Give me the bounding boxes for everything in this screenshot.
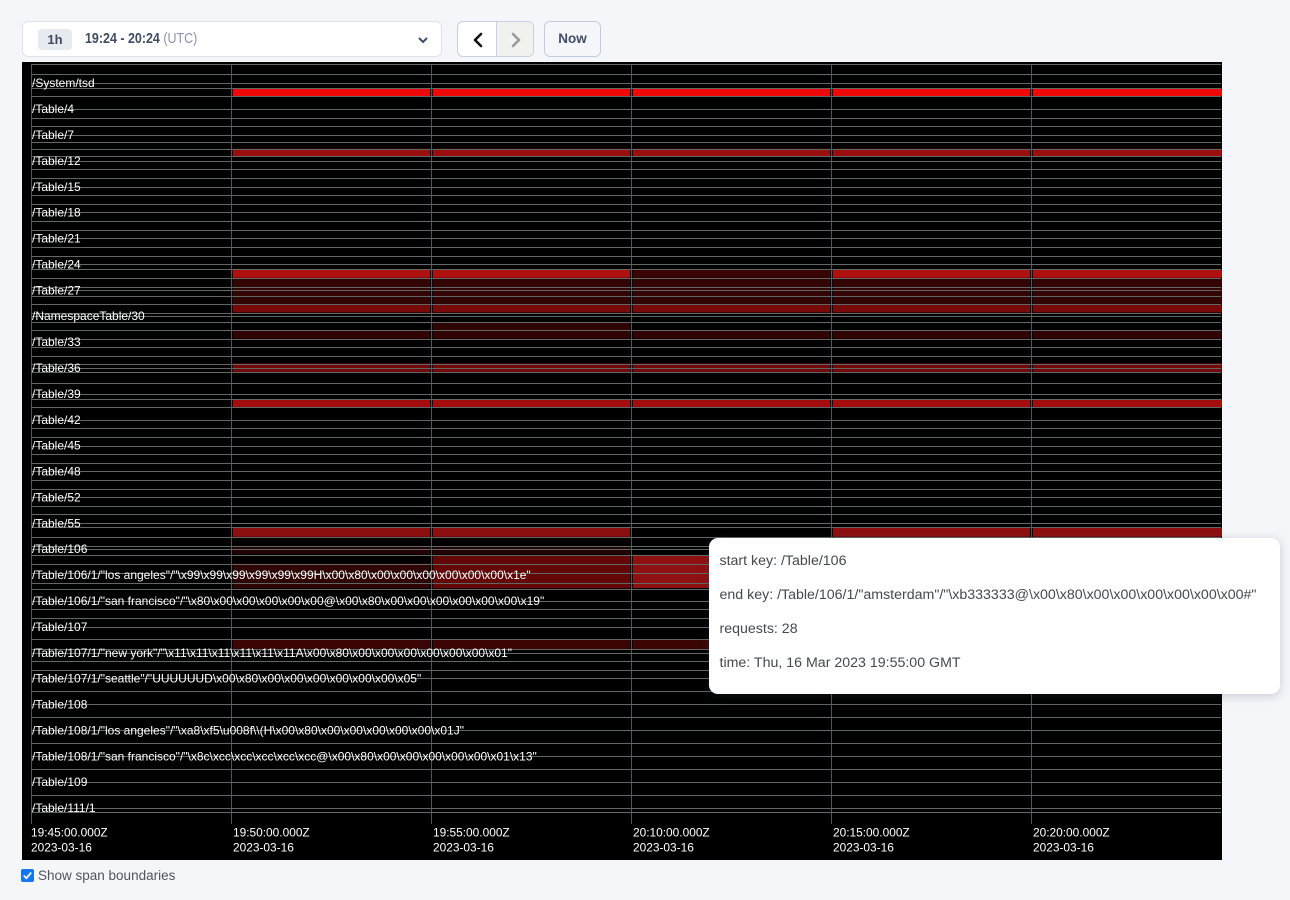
svg-text:/Table/33: /Table/33 <box>32 335 81 349</box>
svg-text:/Table/108/1/"los angeles"/"\x: /Table/108/1/"los angeles"/"\xa8\xf5\u00… <box>32 723 464 737</box>
svg-text:2023-03-16: 2023-03-16 <box>833 841 894 855</box>
svg-text:19:55:00.000Z: 19:55:00.000Z <box>433 826 510 840</box>
svg-text:19:45:00.000Z: 19:45:00.000Z <box>31 826 108 840</box>
svg-text:/Table/45: /Table/45 <box>32 439 81 453</box>
svg-text:/Table/21: /Table/21 <box>32 232 81 246</box>
svg-text:/Table/36: /Table/36 <box>32 361 81 375</box>
svg-text:/Table/107/1/"new york"/"\x11\: /Table/107/1/"new york"/"\x11\x11\x11\x1… <box>32 646 512 660</box>
svg-text:/Table/106: /Table/106 <box>32 542 88 556</box>
svg-text:/Table/24: /Table/24 <box>32 257 81 271</box>
svg-text:/Table/109: /Table/109 <box>32 775 88 789</box>
svg-text:2023-03-16: 2023-03-16 <box>31 841 92 855</box>
svg-text:/Table/52: /Table/52 <box>32 490 81 504</box>
svg-text:/Table/48: /Table/48 <box>32 465 81 479</box>
svg-text:/Table/107/1/"seattle"/"UUUUUU: /Table/107/1/"seattle"/"UUUUUUD\x00\x80\… <box>32 672 421 686</box>
svg-text:20:10:00.000Z: 20:10:00.000Z <box>633 826 710 840</box>
svg-text:/Table/55: /Table/55 <box>32 516 81 530</box>
svg-text:/Table/7: /Table/7 <box>32 128 74 142</box>
svg-text:/Table/12: /Table/12 <box>32 154 81 168</box>
svg-text:/Table/108/1/"san francisco"/": /Table/108/1/"san francisco"/"\x8c\xcc\x… <box>32 749 537 763</box>
svg-text:/Table/108: /Table/108 <box>32 698 88 712</box>
svg-text:/Table/106/1/"los angeles"/"\x: /Table/106/1/"los angeles"/"\x99\x99\x99… <box>32 568 531 582</box>
svg-text:/NamespaceTable/30: /NamespaceTable/30 <box>32 309 145 323</box>
svg-text:20:15:00.000Z: 20:15:00.000Z <box>833 826 910 840</box>
svg-text:2023-03-16: 2023-03-16 <box>433 841 494 855</box>
svg-text:19:50:00.000Z: 19:50:00.000Z <box>233 826 310 840</box>
svg-text:2023-03-16: 2023-03-16 <box>233 841 294 855</box>
svg-text:/Table/15: /Table/15 <box>32 180 81 194</box>
svg-text:20:20:00.000Z: 20:20:00.000Z <box>1033 826 1110 840</box>
svg-text:/Table/106/1/"san francisco"/": /Table/106/1/"san francisco"/"\x80\x00\x… <box>32 594 544 608</box>
svg-text:/Table/18: /Table/18 <box>32 206 81 220</box>
svg-text:/Table/42: /Table/42 <box>32 413 81 427</box>
svg-text:/System/tsd: /System/tsd <box>32 76 95 90</box>
svg-text:/Table/111/1: /Table/111/1 <box>32 801 96 815</box>
svg-text:2023-03-16: 2023-03-16 <box>1033 841 1094 855</box>
svg-text:/Table/4: /Table/4 <box>32 102 74 116</box>
svg-text:2023-03-16: 2023-03-16 <box>633 841 694 855</box>
svg-text:/Table/107: /Table/107 <box>32 620 88 634</box>
svg-text:/Table/27: /Table/27 <box>32 283 81 297</box>
svg-text:/Table/39: /Table/39 <box>32 387 81 401</box>
